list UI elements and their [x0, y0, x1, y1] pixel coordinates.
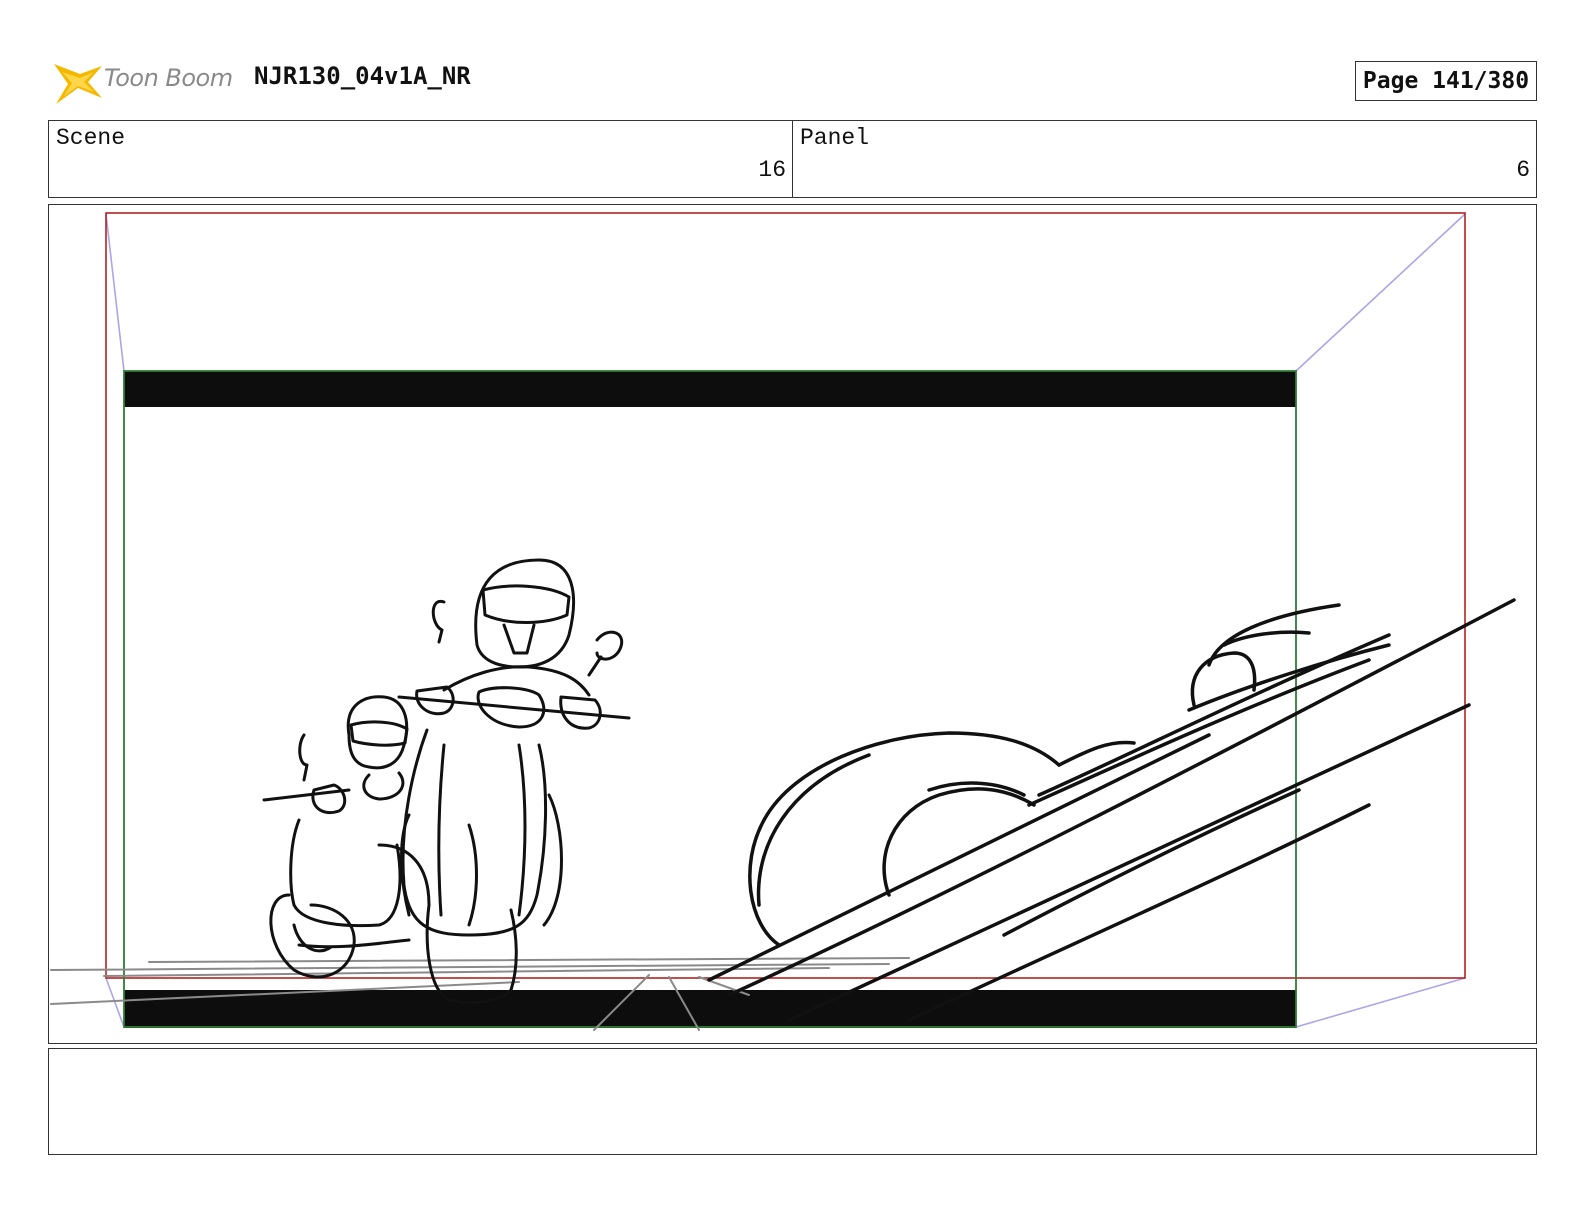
storyboard-panel [48, 204, 1537, 1044]
toon-boom-logo: Toon Boom [50, 56, 240, 106]
scene-label: Scene [56, 125, 126, 151]
scene-cell: Scene 16 [49, 121, 792, 197]
notes-box [48, 1048, 1537, 1155]
toon-boom-star-icon [54, 64, 102, 104]
scene-number: 16 [758, 157, 786, 183]
letterbox-bottom [124, 990, 1296, 1028]
page-indicator: Page 141/380 [1355, 61, 1537, 101]
camera-frame [105, 212, 1466, 979]
speeding-vehicle-sketch [707, 598, 1516, 1022]
panel-cell: Panel 6 [792, 121, 1536, 197]
panel-sketch [50, 212, 1516, 1031]
scene-panel-info: Scene 16 Panel 6 [48, 120, 1537, 198]
panel-label: Panel [800, 125, 870, 151]
letterbox-top [124, 371, 1296, 407]
safe-frame [123, 370, 1297, 1028]
logo-text: Toon Boom [104, 64, 233, 92]
scooter-riders-sketch [262, 558, 631, 1005]
project-title: NJR130_04v1A_NR [254, 62, 471, 90]
panel-number: 6 [1516, 157, 1530, 183]
